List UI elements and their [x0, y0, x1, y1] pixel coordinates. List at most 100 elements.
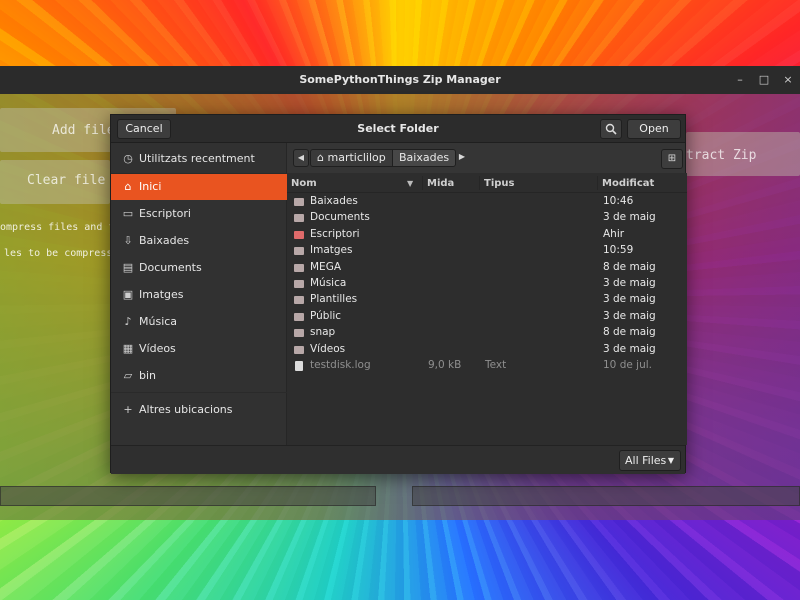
chevron-down-icon: ▼ — [667, 456, 674, 465]
sidebar-item-documents[interactable]: ▤ Documents — [111, 255, 287, 281]
sidebar-item-videos[interactable]: ▦ Vídeos — [111, 336, 287, 362]
sidebar-item-label: Música — [139, 315, 178, 328]
places-sidebar: ◷ Utilitzats recentment ⌂ Inici ▭ Escrip… — [111, 143, 287, 445]
file-row[interactable]: snap 8 de maig — [287, 325, 687, 341]
path-back-button[interactable]: ◀ — [293, 149, 309, 167]
column-divider — [422, 176, 423, 190]
file-row[interactable]: Música 3 de maig — [287, 276, 687, 292]
file-list: Nom ▼ Mida Tipus Modificat Baixades 10:4… — [287, 173, 687, 445]
minimize-icon[interactable]: – — [730, 70, 750, 90]
chevron-right-icon: ▶ — [458, 152, 466, 161]
home-icon: ⌂ — [317, 151, 328, 164]
app-title: SomePythonThings Zip Manager — [299, 73, 501, 86]
clear-file-list-label: Clear file l — [27, 173, 121, 188]
file-modified: 10:46 — [603, 195, 634, 207]
search-button[interactable] — [600, 119, 622, 139]
file-name: Documents — [310, 211, 370, 224]
folder-icon — [294, 214, 304, 223]
path-segment-current[interactable]: Baixades — [392, 149, 457, 167]
folder-icon — [294, 247, 304, 256]
image-icon: ▣ — [122, 288, 134, 301]
path-forward-button[interactable]: ▶ — [454, 149, 470, 167]
file-row[interactable]: testdisk.log 9,0 kB Text 10 de jul. — [287, 358, 687, 374]
search-icon — [605, 123, 617, 135]
extract-zip-label: tract Zip — [686, 148, 757, 163]
column-divider — [597, 176, 598, 190]
path-segment-label: Baixades — [399, 151, 450, 164]
sidebar-item-images[interactable]: ▣ Imatges — [111, 282, 287, 308]
sidebar-item-other-locations[interactable]: + Altres ubicacions — [111, 397, 287, 423]
file-name: MEGA — [310, 260, 342, 273]
text-file-icon — [295, 361, 303, 371]
path-segment-home[interactable]: ⌂ marticlilop — [310, 149, 393, 167]
folder-icon — [294, 280, 304, 288]
chevron-left-icon: ◀ — [297, 153, 305, 162]
file-row[interactable]: Públic 3 de maig — [287, 309, 687, 325]
sidebar-item-label: Altres ubicacions — [139, 403, 233, 416]
folder-icon — [294, 312, 304, 321]
sidebar-item-desktop[interactable]: ▭ Escriptori — [111, 201, 287, 227]
column-header-modified[interactable]: Modificat — [602, 178, 654, 189]
file-size: 9,0 kB — [428, 359, 462, 371]
video-icon: ▦ — [122, 342, 134, 355]
maximize-icon[interactable]: □ — [754, 70, 774, 90]
file-row[interactable]: Escriptori Ahir — [287, 227, 687, 243]
sidebar-item-recent[interactable]: ◷ Utilitzats recentment — [111, 146, 287, 172]
select-folder-dialog: Cancel Select Folder Open ◷ Utilitzats r… — [110, 114, 687, 474]
compress-hint: ompress files and f — [0, 222, 115, 233]
file-row[interactable]: Imatges 10:59 — [287, 243, 687, 259]
file-modified: 3 de maig — [603, 277, 656, 289]
desktop-icon: ▭ — [122, 207, 134, 220]
sidebar-item-label: Imatges — [139, 288, 184, 301]
path-segment-label: marticlilop — [327, 151, 386, 164]
close-icon[interactable]: × — [778, 70, 798, 90]
column-header-name[interactable]: Nom — [291, 178, 317, 189]
path-bar: ◀ ⌂ marticlilop Baixades ▶ ⊞ — [287, 143, 687, 173]
folder-icon — [294, 263, 304, 272]
sidebar-item-bin[interactable]: ▱ bin — [111, 363, 287, 389]
file-name: snap — [310, 326, 336, 339]
file-row[interactable]: Documents 3 de maig — [287, 210, 687, 226]
file-name: Públic — [310, 309, 342, 322]
file-filter-label: All Files — [625, 454, 667, 467]
progress-bar-left — [0, 486, 376, 506]
sidebar-item-label: Inici — [139, 180, 162, 193]
new-folder-icon: ⊞ — [667, 153, 677, 164]
file-row[interactable]: Vídeos 3 de maig — [287, 342, 687, 358]
column-header-type[interactable]: Tipus — [484, 178, 514, 189]
folder-icon — [294, 198, 304, 206]
sidebar-item-downloads[interactable]: ⇩ Baixades — [111, 228, 287, 254]
sidebar-item-music[interactable]: ♪ Música — [111, 309, 287, 335]
file-row[interactable]: MEGA 8 de maig — [287, 260, 687, 276]
column-header-size[interactable]: Mida — [427, 178, 454, 189]
file-filter-dropdown[interactable]: All Files ▼ — [619, 450, 681, 471]
sidebar-item-label: bin — [139, 369, 157, 382]
file-modified: Ahir — [603, 227, 625, 240]
file-name: Música — [310, 277, 347, 289]
file-name: Baixades — [310, 195, 358, 207]
folder-icon — [294, 296, 304, 305]
home-icon: ⌂ — [124, 180, 132, 193]
file-modified: 8 de maig — [603, 260, 656, 273]
file-name: testdisk.log — [310, 359, 371, 371]
file-modified: 10:59 — [603, 244, 634, 257]
sidebar-item-label: Utilitzats recentment — [139, 152, 255, 165]
add-files-label: Add file — [52, 123, 115, 138]
progress-bar-right — [412, 486, 800, 506]
file-name: Escriptori — [310, 227, 360, 240]
sidebar-divider — [111, 392, 287, 393]
sidebar-item-label: Documents — [139, 261, 202, 274]
file-modified: 3 de maig — [603, 211, 656, 224]
file-row[interactable]: Baixades 10:46 — [287, 194, 687, 210]
file-row[interactable]: Plantilles 3 de maig — [287, 292, 687, 308]
file-modified: 3 de maig — [603, 342, 656, 355]
file-name: Vídeos — [310, 342, 346, 355]
new-folder-button[interactable]: ⊞ — [661, 149, 683, 169]
dialog-header: Cancel Select Folder Open — [111, 115, 685, 143]
clock-icon: ◷ — [123, 152, 133, 165]
folder-icon — [294, 345, 304, 354]
sidebar-item-home[interactable]: ⌂ Inici — [111, 174, 287, 200]
plus-icon: + — [123, 403, 133, 416]
open-button[interactable]: Open — [627, 119, 681, 139]
file-modified: 3 de maig — [603, 293, 656, 306]
